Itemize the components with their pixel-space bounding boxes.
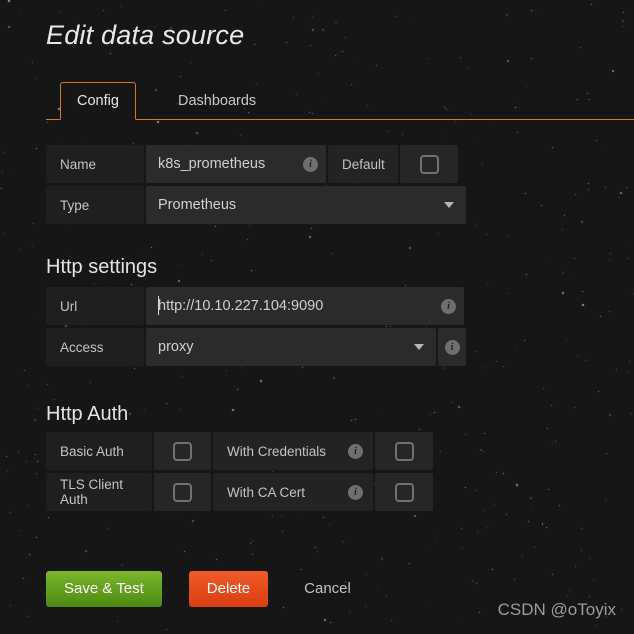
access-select[interactable]: proxy [146,328,436,366]
chevron-down-icon[interactable] [414,344,424,350]
basic-auth-label: Basic Auth [46,432,152,470]
with-credentials-checkbox[interactable] [394,441,414,461]
save-and-test-button[interactable]: Save & Test [46,571,162,607]
type-label: Type [46,186,144,224]
info-icon[interactable]: i [348,484,363,500]
watermark: CSDN @oToyix [497,600,616,619]
tab-dashboards[interactable]: Dashboards [161,82,273,120]
basic-auth-checkbox[interactable] [173,441,192,461]
with-credentials-checkbox-cell[interactable] [375,432,433,470]
url-label: Url [46,287,144,325]
info-icon[interactable]: i [303,156,318,172]
tab-bar: Config Dashboards [46,82,634,120]
tls-client-auth-checkbox[interactable] [173,482,192,502]
type-row: Type Prometheus [46,186,466,224]
http-settings-heading: Http settings [46,256,158,278]
url-row: Url http://10.10.227.104:9090 i [46,287,464,325]
info-icon[interactable]: i [441,298,456,314]
with-ca-cert-checkbox-cell[interactable] [375,473,433,511]
access-label: Access [46,328,144,366]
url-input-value: http://10.10.227.104:9090 [158,298,324,314]
info-icon[interactable]: i [348,443,363,459]
chevron-down-icon[interactable] [444,202,454,208]
with-ca-cert-cell: With CA Cert i [213,473,373,511]
basic-auth-row: Basic Auth With Credentials i [46,432,433,470]
tls-client-auth-checkbox-cell[interactable] [154,473,211,511]
delete-button[interactable]: Delete [188,571,269,607]
default-checkbox-cell[interactable] [400,145,458,183]
access-row: Access proxy i [46,328,466,366]
with-ca-cert-checkbox[interactable] [394,482,414,502]
tab-config[interactable]: Config [60,82,136,120]
cancel-button[interactable]: Cancel [286,571,369,607]
tls-client-auth-label: TLS Client Auth [46,473,152,511]
name-input-value: k8s_prometheus [158,156,266,172]
edit-data-source-page: Edit data source Config Dashboards Name … [0,0,634,634]
with-ca-cert-label: With CA Cert [227,484,306,500]
with-credentials-label: With Credentials [227,443,327,459]
http-auth-heading: Http Auth [46,403,129,425]
type-select[interactable]: Prometheus [146,186,466,224]
type-select-value: Prometheus [158,197,237,213]
name-input[interactable]: k8s_prometheus i [146,145,326,183]
tls-client-auth-row: TLS Client Auth With CA Cert i [46,473,433,511]
url-input[interactable]: http://10.10.227.104:9090 i [146,287,464,325]
basic-auth-checkbox-cell[interactable] [154,432,211,470]
page-title: Edit data source [46,20,245,50]
info-icon[interactable]: i [444,339,460,355]
text-cursor [158,296,159,315]
name-label: Name [46,145,144,183]
with-credentials-cell: With Credentials i [213,432,373,470]
action-buttons: Save & Test Delete Cancel [46,571,369,607]
access-info-cell[interactable]: i [438,328,466,366]
access-select-value: proxy [158,339,194,355]
name-row: Name k8s_prometheus i Default [46,145,458,183]
default-label: Default [328,145,398,183]
default-checkbox[interactable] [419,154,439,174]
